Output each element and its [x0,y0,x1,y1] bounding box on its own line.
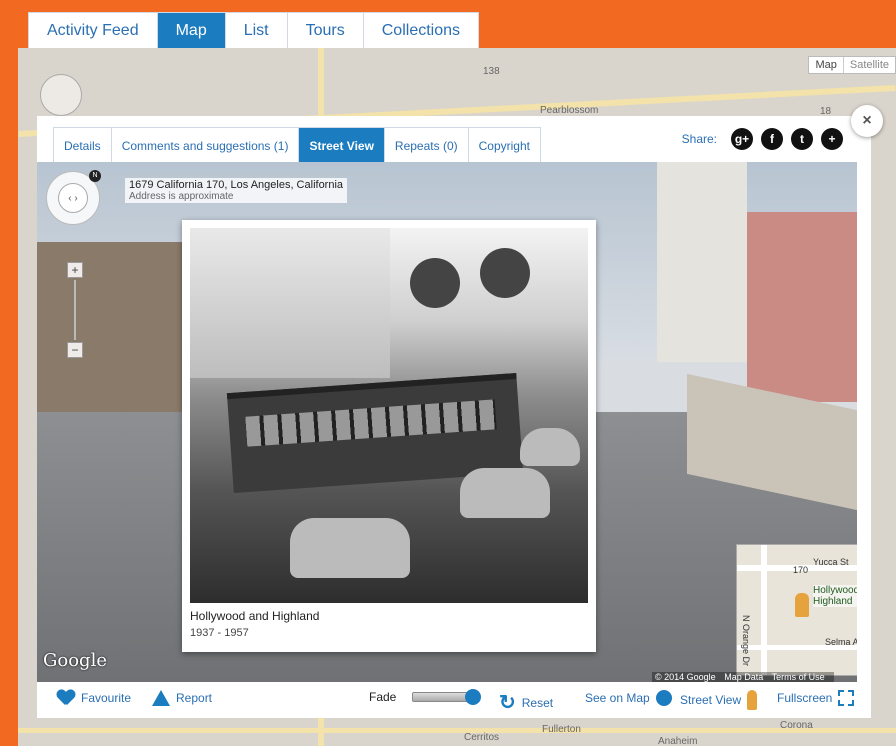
report-button[interactable]: Report [152,690,212,706]
reset-label: Reset [521,695,554,710]
zoom-track[interactable] [74,280,76,340]
tab-tours[interactable]: Tours [288,13,364,48]
modal-toolbar: Favourite Report Fade ↻ Reset See on Map… [37,682,871,718]
tab-collections[interactable]: Collections [364,13,478,48]
pegman-icon [747,690,758,710]
reset-icon: ↻ [499,692,516,714]
historic-photo [190,228,588,603]
zoom-out-button[interactable]: − [67,342,83,358]
globe-icon [655,690,672,706]
tab-street-view[interactable]: Street View [299,128,385,163]
zoom-in-button[interactable]: + [67,262,83,278]
top-tab-bar: Activity Feed Map List Tours Collections [28,12,480,48]
tab-comments[interactable]: Comments and suggestions (1) [112,128,300,163]
close-modal-button[interactable]: × [851,105,883,137]
building-tower [657,162,747,362]
photo-title: Hollywood and Highland [190,609,320,623]
fullscreen-label: Fullscreen [777,691,833,705]
pan-arrows-icon[interactable]: ‹ › [58,183,88,213]
photo-car [290,518,410,578]
map-attribution: © 2014 Google Map Data Terms of Use [652,672,834,682]
tab-activity-feed[interactable]: Activity Feed [29,13,158,48]
share-bar: Share: g+ f t + [682,128,843,150]
street-view-label: Street View [680,693,742,707]
tab-list[interactable]: List [226,13,288,48]
street-view-panorama[interactable]: ‹ › N + − 1679 California 170, Los Angel… [37,162,857,682]
tab-details[interactable]: Details [54,128,112,163]
map-data-link[interactable]: Map Data [724,672,763,682]
fullscreen-icon [838,690,855,706]
building-left [37,242,187,422]
facebook-icon[interactable]: f [761,128,783,150]
see-on-map-label: See on Map [585,691,650,705]
north-indicator: N [89,170,101,182]
fade-control: Fade [369,689,482,705]
street-view-button[interactable]: Street View [680,690,758,710]
share-label: Share: [681,132,717,146]
fade-slider[interactable] [412,689,482,705]
warning-icon [152,690,170,706]
favourite-button[interactable]: Favourite [57,690,131,706]
map-type-toggle[interactable]: Map Satellite [808,56,896,74]
minimap-label: Yucca St [813,557,849,567]
fullscreen-button[interactable]: Fullscreen [777,690,855,706]
minimap-label: 170 [793,565,809,575]
tab-copyright[interactable]: Copyright [469,128,540,163]
photo-dates: 1937 - 1957 [190,627,249,639]
map-place-label: Fullerton [542,724,581,735]
minimap-road [761,545,767,675]
see-on-map-button[interactable]: See on Map [585,690,672,706]
tab-repeats[interactable]: Repeats (0) [385,128,469,163]
fade-label: Fade [369,690,397,704]
photo-modal: Details Comments and suggestions (1) Str… [37,116,871,718]
modal-tab-bar: Details Comments and suggestions (1) Str… [53,127,541,163]
fade-slider-handle[interactable] [465,689,482,705]
address-text: 1679 California 170, Los Angeles, Califo… [129,179,344,191]
copyright-text: © 2014 Google [655,672,716,682]
favourite-label: Favourite [81,691,132,705]
map-pan-control[interactable] [40,74,82,116]
mini-map[interactable]: Yucca St 170 Hollywood / Highland N Oran… [736,544,857,676]
map-road [18,728,896,733]
tab-map[interactable]: Map [157,13,226,48]
street-view-compass[interactable]: ‹ › N [46,170,101,225]
building-right [747,212,857,402]
photo-palm [410,258,460,308]
photo-car [520,428,580,466]
heart-icon [57,690,75,706]
minimap-label: N Orange Dr [741,615,751,667]
photo-car [460,468,550,518]
google-logo: Google [43,650,107,671]
map-type-map[interactable]: Map [809,57,842,73]
map-type-satellite[interactable]: Satellite [842,57,895,73]
minimap-label: Selma Ave [825,637,857,647]
map-place-label: Pearblossom [540,105,599,116]
map-place-label: Corona [780,720,813,731]
photo-palm [480,248,530,298]
photo-building [190,228,390,378]
minimap-hollywood-label: Hollywood / Highland [813,585,857,607]
map-place-label: Anaheim [658,736,698,746]
google-plus-icon[interactable]: g+ [731,128,753,150]
road-shield: 138 [483,66,500,77]
address-note: Address is approximate [129,191,234,202]
map-place-label: Cerritos [464,732,500,743]
pegman-icon[interactable] [795,593,809,617]
reset-button[interactable]: ↻ Reset [499,690,553,715]
more-share-icon[interactable]: + [821,128,843,150]
address-box: 1679 California 170, Los Angeles, Califo… [125,178,348,203]
twitter-icon[interactable]: t [791,128,813,150]
historic-photo-card: Hollywood and Highland 1937 - 1957 [182,220,596,652]
terms-link[interactable]: Terms of Use [772,672,825,682]
report-label: Report [176,691,213,705]
